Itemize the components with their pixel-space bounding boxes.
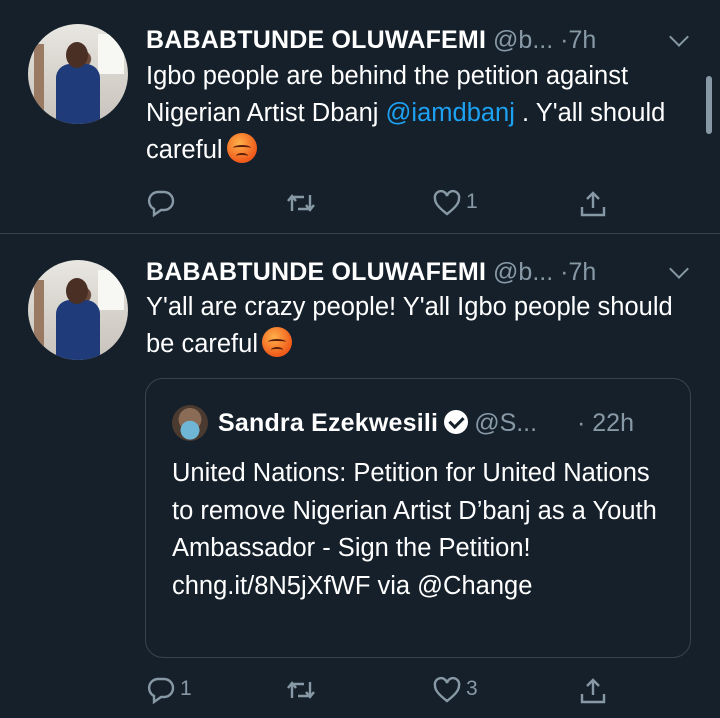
quoted-text: United Nations: Petition for United Nati… <box>172 459 657 600</box>
author-name[interactable]: BABABTUNDE OLUWAFEMI <box>146 26 486 54</box>
author-name[interactable]: BABABTUNDE OLUWAFEMI <box>146 258 486 286</box>
chevron-down-icon[interactable] <box>669 27 689 47</box>
quoted-tweet[interactable]: Sandra Ezekwesili @S... · 22h United Nati… <box>145 378 691 658</box>
tweet-header: BABABTUNDE OLUWAFEMI @b... ·7h <box>146 22 706 58</box>
avatar-figure <box>66 278 88 304</box>
verified-icon <box>444 410 469 434</box>
author-handle[interactable]: @b... <box>493 26 553 54</box>
avatar[interactable] <box>28 24 128 124</box>
share-icon <box>580 678 606 704</box>
tweet-1[interactable]: BABABTUNDE OLUWAFEMI @b... ·7h Igbo peop… <box>0 0 720 232</box>
avatar[interactable] <box>28 260 128 360</box>
like-count: 3 <box>466 677 478 700</box>
tweet-text-part: Y'all are crazy people! Y'all Igbo peopl… <box>146 293 673 358</box>
quoted-author-handle: @S... <box>474 409 538 437</box>
retweet-icon <box>287 681 315 699</box>
retweet-icon <box>287 194 315 212</box>
tweet-header: BABABTUNDE OLUWAFEMI @b... ·7h <box>146 254 706 290</box>
avatar-background <box>34 280 44 350</box>
like-count: 1 <box>466 190 478 213</box>
avatar-background <box>34 44 44 114</box>
reply-icon <box>147 677 175 704</box>
angry-face-icon <box>226 133 257 163</box>
avatar-background <box>98 34 124 74</box>
tweet-text: Igbo people are behind the petition agai… <box>146 58 686 169</box>
author-handle[interactable]: @b... <box>493 258 553 286</box>
angry-face-icon <box>262 327 292 357</box>
quoted-avatar <box>172 405 208 441</box>
timestamp[interactable]: 7h <box>568 258 596 286</box>
avatar-figure <box>66 42 88 68</box>
tweet-text: Y'all are crazy people! Y'all Igbo peopl… <box>146 289 686 363</box>
chevron-down-icon[interactable] <box>669 259 689 279</box>
avatar-figure <box>56 64 100 124</box>
avatar-background <box>98 270 124 310</box>
quoted-header: Sandra Ezekwesili @S... · 22h <box>218 405 668 441</box>
quoted-timestamp: 22h <box>592 409 634 437</box>
reply-count: 1 <box>180 677 192 700</box>
like-icon <box>433 676 461 703</box>
reply-icon <box>147 190 175 217</box>
avatar-figure <box>56 300 100 360</box>
mention-link[interactable]: @iamdbanj <box>386 99 515 127</box>
timestamp[interactable]: 7h <box>568 26 596 54</box>
tweet-actions: 1 <box>146 185 616 221</box>
scrollbar[interactable] <box>706 76 712 134</box>
separator-dot: · <box>577 409 586 437</box>
like-icon <box>433 189 461 216</box>
share-icon <box>580 191 606 217</box>
quoted-author-name: Sandra Ezekwesili <box>218 409 439 437</box>
tweet-actions: 1 3 <box>146 672 616 708</box>
